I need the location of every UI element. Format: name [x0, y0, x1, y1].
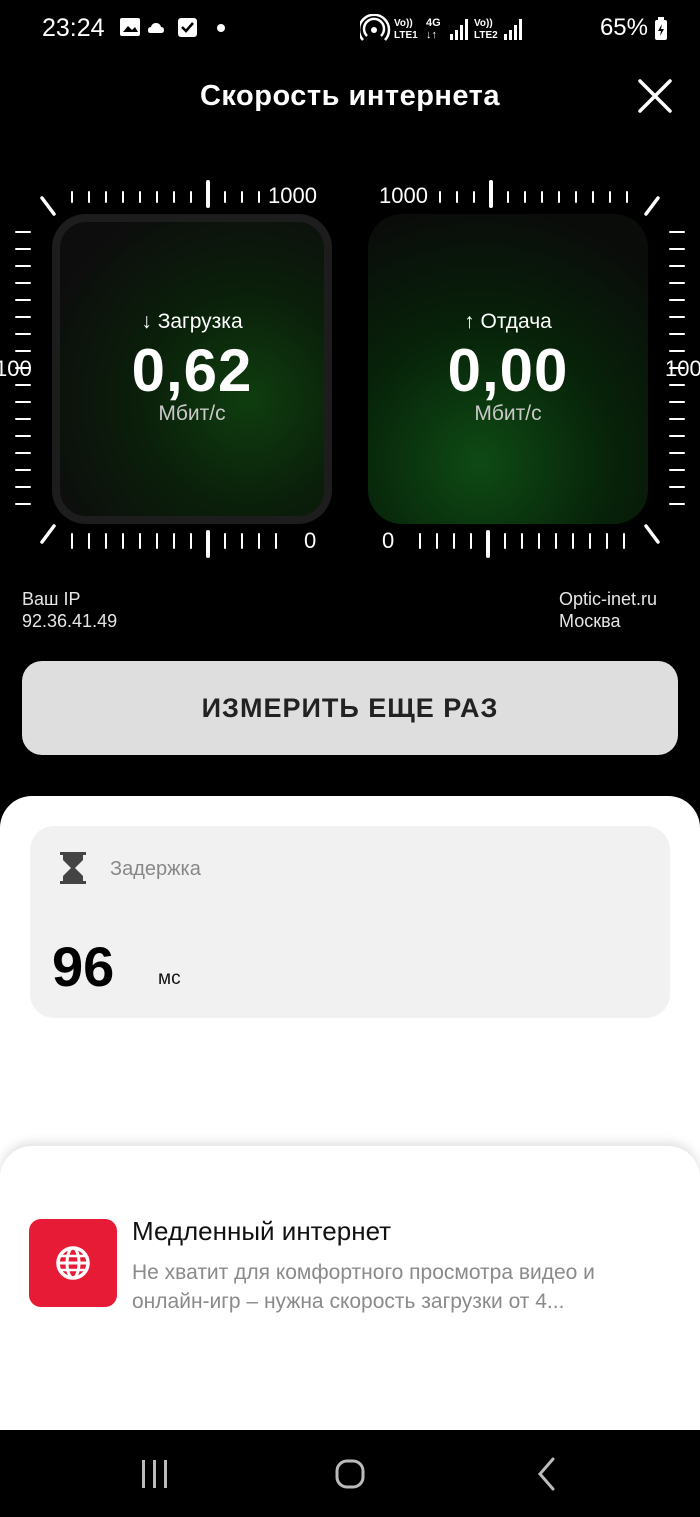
svg-text:LTE2: LTE2 — [474, 30, 498, 41]
warning-icon-box — [29, 1219, 117, 1307]
provider-name: Optic-inet.ru — [559, 589, 658, 609]
tick — [40, 524, 56, 544]
svg-text:Vo)): Vo)) — [394, 18, 413, 29]
download-label: ↓ Загрузка — [141, 310, 243, 333]
provider-info: Optic-inet.ru Москва — [559, 588, 657, 632]
upload-value: 0,00 — [447, 337, 569, 404]
upload-label: ↑ Отдача — [464, 310, 552, 333]
tick — [644, 196, 660, 216]
battery-percent: 65% — [599, 14, 648, 41]
upload-scale-mid: 100 — [665, 356, 700, 381]
battery-icon — [655, 17, 667, 40]
upload-scale-top: 1000 — [379, 183, 428, 208]
tick — [40, 196, 56, 216]
cloud-icon — [148, 23, 164, 33]
download-value: 0,62 — [131, 337, 253, 404]
latency-card: Задержка 96 мс — [30, 826, 670, 1018]
retry-button[interactable]: ИЗМЕРИТЬ ЕЩЕ РАЗ — [22, 661, 678, 755]
svg-text:LTE1: LTE1 — [394, 30, 418, 41]
close-icon[interactable] — [636, 77, 674, 115]
download-scale-mid: 100 — [0, 356, 32, 381]
upload-scale-bottom: 0 — [382, 528, 395, 553]
svg-text:Vo)): Vo)) — [474, 18, 493, 29]
notification-icons — [120, 18, 225, 37]
page-title: Скорость интернета — [199, 80, 501, 112]
recent-apps-icon[interactable] — [135, 1454, 175, 1494]
signal-icons: Vo)) LTE1 4G ↓↑ Vo)) LTE2 — [360, 14, 522, 41]
download-scale-bottom: 0 — [304, 528, 317, 553]
svg-text:↓↑: ↓↑ — [426, 29, 437, 41]
latency-title: Задержка — [110, 858, 201, 880]
ip-label: Ваш IP — [22, 589, 81, 609]
image-icon — [120, 18, 140, 36]
navigation-bar — [0, 1430, 700, 1517]
dot-icon — [217, 24, 225, 32]
svg-text:4G: 4G — [426, 17, 441, 29]
status-bar: 23:24 Vo)) LTE1 4G ↓↑ Vo)) LTE2 65% — [0, 0, 700, 58]
status-right: Vo)) LTE1 4G ↓↑ Vo)) LTE2 65% — [360, 14, 667, 42]
latency-unit: мс — [158, 968, 181, 989]
warning-description: Не хватит для комфортного просмотра виде… — [132, 1261, 595, 1313]
tick — [644, 524, 660, 544]
globe-icon — [56, 1246, 90, 1280]
ip-info: Ваш IP 92.36.41.49 — [22, 588, 117, 632]
upload-unit: Мбит/с — [474, 402, 542, 425]
latency-value: 96 — [52, 935, 115, 998]
status-time: 23:24 — [42, 14, 105, 42]
hourglass-icon — [60, 852, 86, 884]
provider-city: Москва — [559, 611, 621, 631]
download-unit: Мбит/с — [158, 402, 226, 425]
download-panel: ↓ Загрузка 0,62 Мбит/с — [52, 214, 332, 524]
back-icon[interactable] — [527, 1454, 567, 1494]
download-scale-top: 1000 — [268, 183, 317, 208]
ip-value: 92.36.41.49 — [22, 611, 118, 631]
upload-panel: ↑ Отдача 0,00 Мбит/с — [368, 214, 648, 524]
warning-title: Медленный интернет — [132, 1216, 392, 1246]
home-icon[interactable] — [330, 1454, 370, 1494]
